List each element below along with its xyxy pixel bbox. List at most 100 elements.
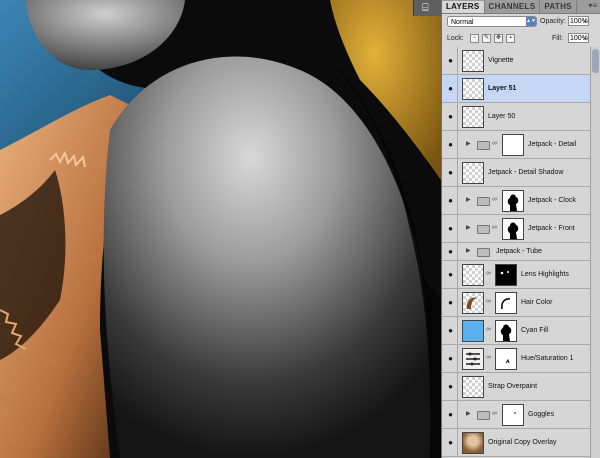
layer-thumbnail[interactable] [462,50,484,72]
lock-position-icon[interactable]: ✥ [494,34,503,43]
folder-icon [477,248,490,257]
lock-all-icon[interactable]: ▪ [506,34,515,43]
visibility-eye-icon[interactable]: ● [444,401,458,428]
layer-mask-thumbnail[interactable] [495,292,517,314]
layer-name[interactable]: Hair Color [521,298,553,308]
tab-paths[interactable]: PATHS [540,1,577,13]
chevron-right-icon: ▸ [584,19,587,25]
layer-row[interactable]: ● Strap Overpaint [442,373,590,401]
layer-name[interactable]: Jetpack - Detail [528,140,576,150]
blend-mode-select[interactable]: Normal ▲▼ [447,16,537,27]
lock-image-icon[interactable]: ✎ [482,34,491,43]
link-icon[interactable]: ∞ [486,326,491,333]
visibility-eye-icon[interactable]: ● [444,47,458,74]
layer-thumbnail[interactable] [462,348,484,370]
link-icon[interactable]: ∞ [492,140,497,147]
scrollbar-thumb[interactable] [592,49,599,73]
layer-name[interactable]: Layer 50 [488,112,515,122]
layer-row[interactable]: ● ▶ ∞ Jetpack - Detail [442,131,590,159]
fill-field[interactable]: 100% ▸ [568,33,589,43]
layer-name[interactable]: Jetpack - Front [528,224,575,234]
layer-mask-thumbnail[interactable] [502,134,524,156]
layer-thumbnail[interactable] [462,78,484,100]
layer-name[interactable]: Jetpack - Clock [528,196,576,206]
link-icon[interactable]: ∞ [492,410,497,417]
layer-row[interactable]: ● ▶ ∞ Jetpack - Clock [442,187,590,215]
expand-triangle-icon[interactable]: ▶ [466,196,471,203]
link-icon[interactable]: ∞ [492,224,497,231]
layer-name[interactable]: Vignette [488,56,514,66]
layer-name[interactable]: Lens Highlights [521,270,569,280]
folder-icon [477,197,490,206]
tab-channels[interactable]: CHANNELS [485,1,541,13]
layer-row[interactable]: ● Original Copy Overlay [442,429,590,457]
layer-thumbnail[interactable] [462,106,484,128]
visibility-eye-icon[interactable]: ● [444,317,458,344]
visibility-eye-icon[interactable]: ● [444,215,458,242]
visibility-eye-icon[interactable]: ● [444,261,458,288]
visibility-eye-icon[interactable]: ● [444,289,458,316]
layer-name[interactable]: Strap Overpaint [488,382,537,392]
visibility-eye-icon[interactable]: ● [444,187,458,214]
layer-list-scrollbar[interactable] [590,47,600,458]
expand-triangle-icon[interactable]: ▶ [466,224,471,231]
panel-tabs: LAYERS CHANNELS PATHS ▾≡ [442,0,600,14]
layer-row[interactable]: ● Layer 50 [442,103,590,131]
document-canvas[interactable]: ⌸ [0,0,441,458]
layer-row[interactable]: ● Vignette [442,47,590,75]
opacity-field[interactable]: 100% ▸ [568,16,589,26]
visibility-eye-icon[interactable]: ● [444,75,458,102]
tab-layers[interactable]: LAYERS [442,1,485,13]
panel-dock-button[interactable]: ⌸ [413,0,441,16]
layer-mask-thumbnail[interactable] [502,404,524,426]
layer-mask-thumbnail[interactable] [502,190,524,212]
panel-menu-icon[interactable]: ▾≡ [588,1,597,11]
layer-row[interactable]: ● ∞ Hue/Saturation 1 [442,345,590,373]
layer-name[interactable]: Hue/Saturation 1 [521,354,574,364]
layer-thumbnail[interactable] [462,162,484,184]
layer-row[interactable]: ● ▶ ∞ Goggles [442,401,590,429]
layer-row[interactable]: ● ∞ Cyan Fill [442,317,590,345]
visibility-eye-icon[interactable]: ● [444,429,458,456]
layer-name[interactable]: Jetpack - Detail Shadow [488,168,563,178]
layer-name[interactable]: Jetpack - Tube [496,247,542,257]
visibility-eye-icon[interactable]: ● [444,131,458,158]
layer-name[interactable]: Goggles [528,410,554,420]
layer-thumbnail[interactable] [462,376,484,398]
folder-icon [477,141,490,150]
layer-row[interactable]: ● ▶ ∞ Jetpack - Front [442,215,590,243]
visibility-eye-icon[interactable]: ● [444,373,458,400]
link-icon[interactable]: ∞ [486,270,491,277]
layer-row[interactable]: ● ∞ Hair Color [442,289,590,317]
lock-transparency-icon[interactable]: ▫ [470,34,479,43]
layer-mask-thumbnail[interactable] [502,218,524,240]
visibility-eye-icon[interactable]: ● [444,159,458,186]
layer-name[interactable]: Cyan Fill [521,326,548,336]
layers-panel: LAYERS CHANNELS PATHS ▾≡ Normal ▲▼ Opaci… [441,0,600,458]
layer-thumbnail[interactable] [462,264,484,286]
layer-name[interactable]: Layer 51 [488,84,516,94]
visibility-eye-icon[interactable]: ● [444,345,458,372]
canvas-artwork [0,0,441,458]
layer-mask-thumbnail[interactable] [495,348,517,370]
layer-thumbnail[interactable] [462,432,484,454]
layer-mask-thumbnail[interactable] [495,264,517,286]
expand-triangle-icon[interactable]: ▶ [466,247,471,254]
layers-dock-icon: ⌸ [422,2,429,14]
link-icon[interactable]: ∞ [486,298,491,305]
link-icon[interactable]: ∞ [486,354,491,361]
layer-row[interactable]: ● ▶ Jetpack - Tube [442,243,590,261]
layer-row[interactable]: ● Jetpack - Detail Shadow [442,159,590,187]
link-icon[interactable]: ∞ [492,196,497,203]
layer-row[interactable]: ● Layer 51 [442,75,590,103]
fill-label: Fill: [552,35,563,42]
visibility-eye-icon[interactable]: ● [444,103,458,130]
layer-thumbnail[interactable] [462,320,484,342]
layer-mask-thumbnail[interactable] [495,320,517,342]
layer-name[interactable]: Original Copy Overlay [488,438,556,448]
expand-triangle-icon[interactable]: ▶ [466,410,471,417]
expand-triangle-icon[interactable]: ▶ [466,140,471,147]
visibility-eye-icon[interactable]: ● [444,243,458,260]
layer-thumbnail[interactable] [462,292,484,314]
layer-row[interactable]: ● ∞ Lens Highlights [442,261,590,289]
